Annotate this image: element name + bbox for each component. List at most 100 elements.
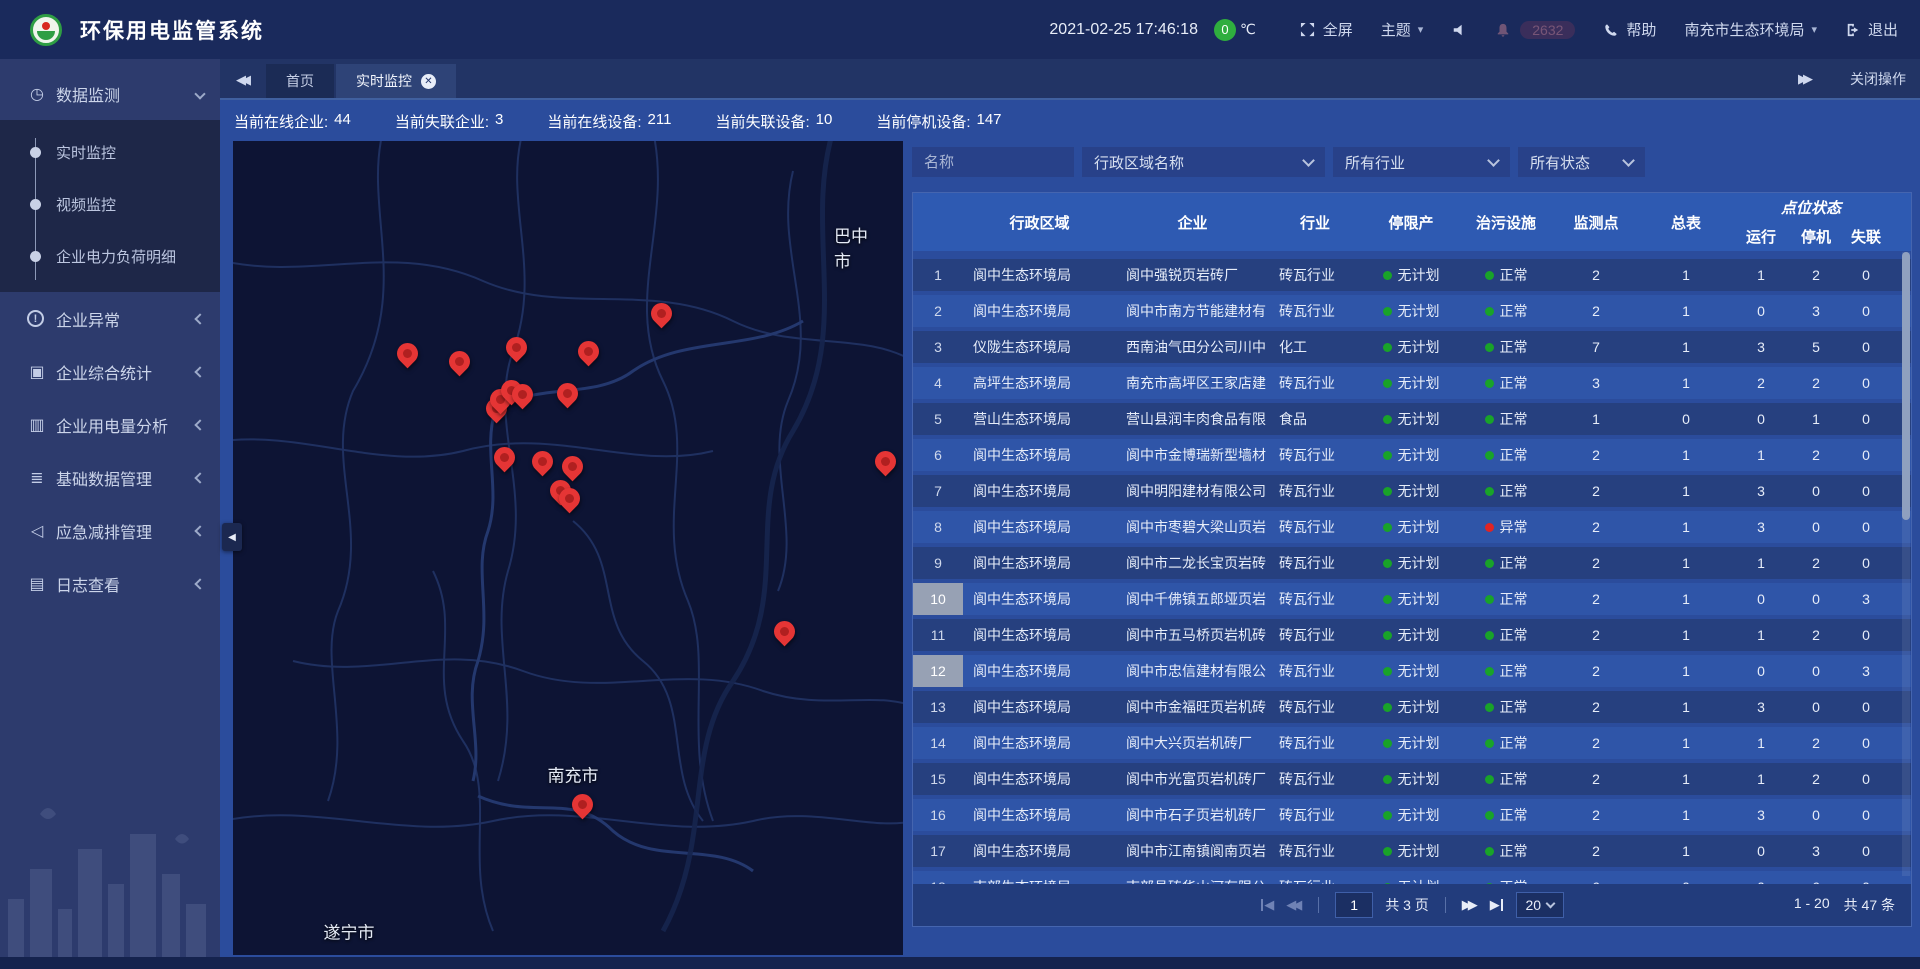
region-select[interactable]: 行政区域名称 [1082, 147, 1325, 177]
notifications[interactable]: 2632 [1495, 21, 1575, 39]
first-page-button[interactable]: ◀ [1260, 897, 1274, 913]
table-row[interactable]: 6阆中生态环境局阆中市金博瑞新型墙材砖瓦行业无计划正常21120 [913, 439, 1911, 471]
cell-region: 阆中生态环境局 [963, 259, 1116, 291]
cell-industry: 砖瓦行业 [1269, 655, 1361, 687]
map-panel[interactable]: 巴中市南充市遂宁市 [233, 141, 903, 955]
mute-button[interactable] [1451, 22, 1467, 38]
row-index: 8 [913, 511, 963, 543]
cell-company: 阆中市光富页岩机砖厂 [1116, 763, 1269, 795]
cell-run: 3 [1731, 691, 1791, 723]
cell-lost: 0 [1841, 331, 1891, 363]
last-page-button[interactable]: ▶ [1490, 897, 1504, 913]
cell-region: 仪陇生态环境局 [963, 331, 1116, 363]
status-dot-icon [1383, 487, 1392, 496]
tab-close-icon[interactable] [421, 74, 436, 89]
table-row[interactable]: 14阆中生态环境局阆中大兴页岩机砖厂砖瓦行业无计划正常21120 [913, 727, 1911, 759]
menu-item[interactable]: ▣企业综合统计 [0, 345, 220, 398]
fullscreen-icon [1300, 22, 1316, 38]
theme-menu[interactable]: 主题 ▾ [1381, 19, 1424, 40]
fullscreen-button[interactable]: 全屏 [1300, 19, 1353, 40]
menu-item[interactable]: ◁应急减排管理 [0, 504, 220, 557]
page-number-input[interactable] [1335, 892, 1373, 918]
table-row[interactable]: 11阆中生态环境局阆中市五马桥页岩机砖砖瓦行业无计划正常21120 [913, 619, 1911, 651]
cell-points: 3 [1551, 367, 1641, 399]
table-row[interactable]: 15阆中生态环境局阆中市光富页岩机砖厂砖瓦行业无计划正常21120 [913, 763, 1911, 795]
cell-industry: 食品 [1269, 403, 1361, 435]
industry-select[interactable]: 所有行业 [1333, 147, 1510, 177]
column-subheader[interactable]: 运行 [1731, 222, 1791, 251]
table-row[interactable]: 10阆中生态环境局阆中千佛镇五郎垭页岩砖瓦行业无计划正常21003 [913, 583, 1911, 615]
submenu-item[interactable]: 视频监控 [0, 178, 220, 230]
cell-company: 西南油气田分公司川中 [1116, 331, 1269, 363]
column-header[interactable]: 治污设施 [1461, 193, 1551, 251]
menu-item[interactable]: ▤日志查看 [0, 557, 220, 610]
cell-region: 营山生态环境局 [963, 403, 1116, 435]
tab-active[interactable]: 实时监控 [336, 64, 456, 98]
cell-lost: 0 [1841, 511, 1891, 543]
cell-industry: 砖瓦行业 [1269, 727, 1361, 759]
cell-plan-status: 无计划 [1361, 727, 1461, 759]
column-header-group: 点位状态 [1731, 193, 1891, 222]
help-button[interactable]: 帮助 [1603, 19, 1656, 40]
org-menu[interactable]: 南充市生态环境局 ▾ [1684, 19, 1817, 40]
cell-industry: 砖瓦行业 [1269, 763, 1361, 795]
submenu-item[interactable]: 企业电力负荷明细 [0, 230, 220, 282]
table-row[interactable]: 3仪陇生态环境局西南油气田分公司川中化工无计划正常71350 [913, 331, 1911, 363]
prev-page-button[interactable]: ◀◀ [1286, 897, 1302, 913]
panel-collapse-toggle[interactable]: ◀ [222, 523, 242, 551]
stat-label: 当前失联企业: [395, 111, 489, 132]
logout-button[interactable]: 退出 [1845, 19, 1898, 40]
close-operations-button[interactable]: 关闭操作 [1850, 69, 1906, 89]
table-row[interactable]: 1阆中生态环境局阆中强锐页岩砖厂砖瓦行业无计划正常21120 [913, 259, 1911, 291]
status-select[interactable]: 所有状态 [1518, 147, 1645, 177]
page-size-select[interactable]: 20 [1516, 892, 1564, 918]
table-row[interactable]: 12阆中生态环境局阆中市忠信建材有限公砖瓦行业无计划正常21003 [913, 655, 1911, 687]
column-header[interactable]: 停限产 [1361, 193, 1461, 251]
column-header[interactable]: 行政区域 [963, 193, 1116, 251]
table-row[interactable]: 16阆中生态环境局阆中市石子页岩机砖厂砖瓦行业无计划正常21300 [913, 799, 1911, 831]
name-search-input[interactable] [912, 147, 1074, 177]
menu-item[interactable]: !企业异常 [0, 292, 220, 345]
scrollbar-thumb[interactable] [1902, 252, 1910, 520]
org-label: 南充市生态环境局 [1684, 19, 1804, 40]
table-row[interactable]: 13阆中生态环境局阆中市金福旺页岩机砖砖瓦行业无计划正常21300 [913, 691, 1911, 723]
tabs-scroll-right-icon[interactable]: ▶▶ [1798, 71, 1824, 87]
row-index: 7 [913, 475, 963, 507]
tabs-scroll-left-icon[interactable]: ◀◀ [236, 72, 266, 88]
status-dot-icon [1485, 847, 1494, 856]
column-header[interactable]: 监测点 [1551, 193, 1641, 251]
table-row[interactable]: 7阆中生态环境局阆中明阳建材有限公司砖瓦行业无计划正常21300 [913, 475, 1911, 507]
column-subheader[interactable]: 停机 [1791, 222, 1841, 251]
column-header[interactable]: 企业 [1116, 193, 1269, 251]
submenu-item[interactable]: 实时监控 [0, 126, 220, 178]
status-dot-icon [1485, 271, 1494, 280]
menu-item[interactable]: ▥企业用电量分析 [0, 398, 220, 451]
column-subheader[interactable]: 失联 [1841, 222, 1891, 251]
column-header[interactable]: 行业 [1269, 193, 1361, 251]
tab-item[interactable]: 首页 [266, 64, 334, 98]
cell-run: 1 [1731, 439, 1791, 471]
table-row[interactable]: 5营山生态环境局营山县润丰肉食品有限食品无计划正常10010 [913, 403, 1911, 435]
menu-item[interactable]: ≣基础数据管理 [0, 451, 220, 504]
table-scrollbar[interactable] [1902, 252, 1910, 876]
menu-item[interactable]: ◷数据监测 [0, 67, 220, 120]
table-row[interactable]: 9阆中生态环境局阆中市二龙长宝页岩砖砖瓦行业无计划正常21120 [913, 547, 1911, 579]
status-dot-icon [1485, 523, 1494, 532]
table-row[interactable]: 8阆中生态环境局阆中市枣碧大梁山页岩砖瓦行业无计划异常21300 [913, 511, 1911, 543]
next-page-button[interactable]: ▶▶ [1462, 897, 1478, 913]
table-row[interactable]: 4高坪生态环境局南充市高坪区王家店建砖瓦行业无计划正常31220 [913, 367, 1911, 399]
table-row[interactable]: 2阆中生态环境局阆中市南方节能建材有砖瓦行业无计划正常21030 [913, 295, 1911, 327]
chevron-left-icon [194, 578, 205, 589]
cell-run: 3 [1731, 799, 1791, 831]
cell-industry: 砖瓦行业 [1269, 691, 1361, 723]
cell-facility-status: 正常 [1461, 619, 1551, 651]
cell-points: 2 [1551, 763, 1641, 795]
column-header[interactable]: 总表 [1641, 193, 1731, 251]
table-row[interactable]: 17阆中生态环境局阆中市江南镇阆南页岩砖瓦行业无计划正常21030 [913, 835, 1911, 867]
cell-facility-status: 正常 [1461, 403, 1551, 435]
cell-stop: 3 [1791, 835, 1841, 867]
cell-points: 2 [1551, 655, 1641, 687]
cell-points: 2 [1551, 259, 1641, 291]
temperature-unit: ℃ [1240, 21, 1256, 38]
cell-plan-status: 无计划 [1361, 583, 1461, 615]
